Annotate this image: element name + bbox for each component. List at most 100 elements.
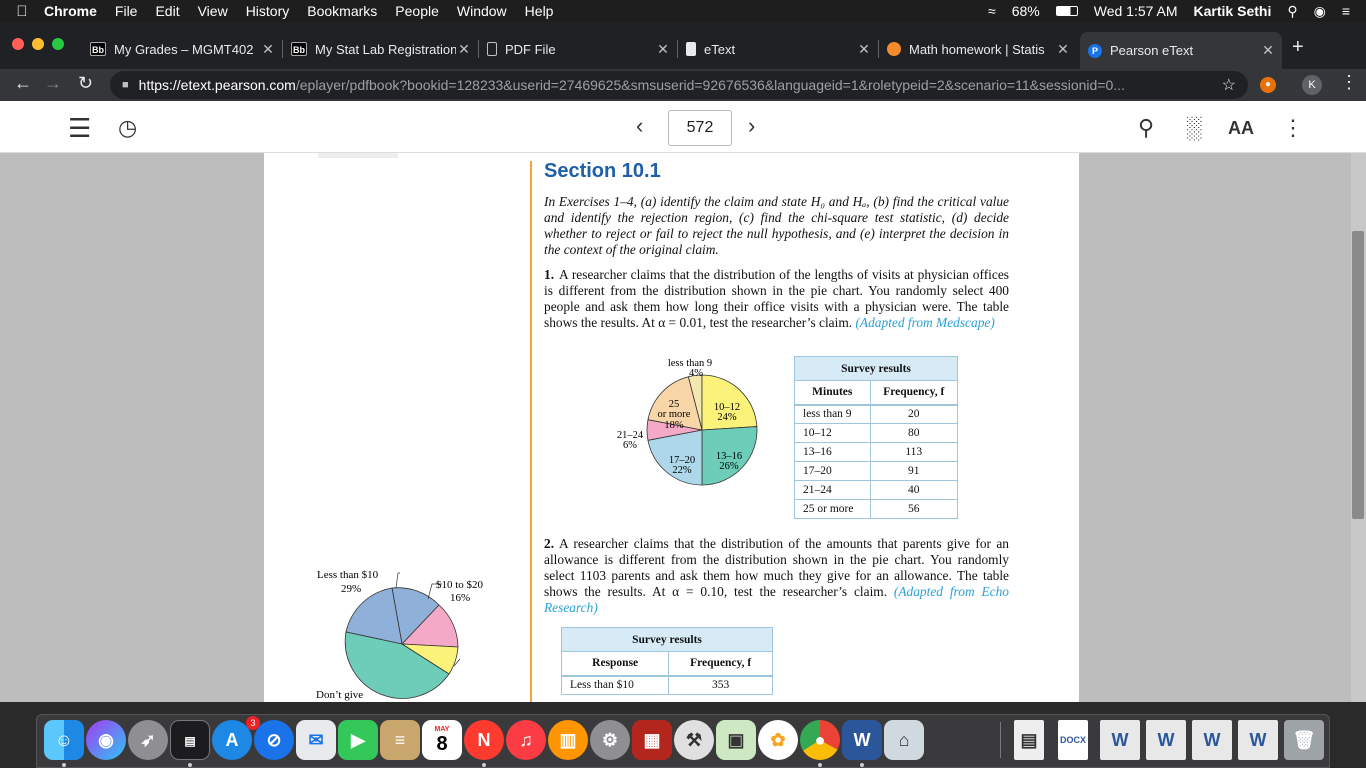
reload-icon[interactable]: ↻: [78, 73, 93, 94]
table-cell: 20: [869, 404, 959, 424]
scrollbar-thumb[interactable]: [1352, 231, 1364, 519]
previous-page-icon[interactable]: ‹: [636, 113, 643, 139]
table-cell: 56: [869, 499, 959, 519]
extension-icon[interactable]: ●: [1260, 77, 1276, 93]
close-tab-icon[interactable]: ✕: [655, 41, 671, 58]
notes-icon[interactable]: ≡: [380, 720, 420, 760]
tab-title: eText: [704, 41, 736, 57]
document-viewer[interactable]: Section 10.1 In Exercises 1–4, (a) ident…: [0, 153, 1366, 702]
word-icon[interactable]: W: [842, 720, 882, 760]
page-number-input[interactable]: 572: [668, 110, 732, 146]
calendar-icon[interactable]: MAY 8: [422, 720, 462, 760]
table-cell: 17–20: [794, 461, 871, 481]
close-tab-icon[interactable]: ✕: [456, 41, 472, 58]
lock-icon[interactable]: ■: [122, 79, 129, 91]
bookmark-icon[interactable]: ░: [1186, 115, 1202, 141]
tab-title: My Stat Lab Registration: [315, 41, 456, 57]
back-arrow-icon[interactable]: ←: [14, 73, 32, 94]
system-preferences-icon[interactable]: ⚙: [590, 720, 630, 760]
menu-window[interactable]: Window: [457, 3, 507, 19]
wifi-icon[interactable]: ≈: [988, 3, 996, 19]
font-size-button[interactable]: AA: [1228, 118, 1254, 139]
menu-bookmarks[interactable]: Bookmarks: [307, 3, 377, 19]
scrollbar[interactable]: [1351, 153, 1366, 702]
safari-icon[interactable]: ⊘: [254, 720, 294, 760]
close-tab-icon[interactable]: ✕: [1260, 42, 1276, 59]
battery-icon[interactable]: [1055, 6, 1078, 16]
news-icon[interactable]: N: [464, 720, 504, 760]
exercise-number: 2.: [544, 536, 555, 551]
exercise-source[interactable]: (Adapted from Medscape): [855, 315, 994, 330]
close-tab-icon[interactable]: ✕: [856, 41, 872, 58]
preview-icon[interactable]: ▣: [716, 720, 756, 760]
search-icon[interactable]: ⚲: [1138, 115, 1154, 141]
running-indicator: [62, 763, 66, 767]
user-name[interactable]: Kartik Sethi: [1194, 3, 1272, 19]
tab-pdf-file[interactable]: PDF File ✕: [479, 34, 677, 64]
tab-stat-lab[interactable]: Bb My Stat Lab Registration ✕: [283, 34, 478, 64]
tab-my-grades[interactable]: Bb My Grades – MGMT402 ✕: [82, 34, 282, 64]
docx-icon[interactable]: DOCX: [1058, 720, 1088, 760]
siri-icon[interactable]: ◉: [86, 720, 126, 760]
file-icon[interactable]: ▤: [1014, 720, 1044, 760]
spotlight-icon[interactable]: ⚲: [1287, 3, 1297, 20]
menu-history[interactable]: History: [246, 3, 290, 19]
window-controls: [12, 38, 72, 50]
books-icon[interactable]: ▥: [548, 720, 588, 760]
menu-help[interactable]: Help: [525, 3, 554, 19]
tab-etext[interactable]: eText ✕: [678, 34, 878, 64]
photos-icon[interactable]: ✿: [758, 720, 798, 760]
menu-edit[interactable]: Edit: [155, 3, 179, 19]
history-clock-icon[interactable]: ◷: [118, 115, 137, 141]
mail-icon[interactable]: ✉: [296, 720, 336, 760]
menu-file[interactable]: File: [115, 3, 138, 19]
tab-pearson-etext[interactable]: P Pearson eText ✕: [1080, 32, 1282, 69]
close-tab-icon[interactable]: ✕: [260, 41, 276, 58]
next-page-icon[interactable]: ›: [748, 113, 755, 139]
running-indicator: [860, 763, 864, 767]
minimize-window-button[interactable]: [32, 38, 44, 50]
menu-people[interactable]: People: [395, 3, 439, 19]
table-cell: 113: [869, 442, 959, 462]
xcode-icon[interactable]: ⚒: [674, 720, 714, 760]
address-bar[interactable]: ■ https://etext.pearson.com/eplayer/pdfb…: [110, 71, 1248, 99]
menu-app-chrome[interactable]: Chrome: [44, 3, 97, 19]
airdrop-icon[interactable]: ⌂: [884, 720, 924, 760]
word-doc-thumbnail-4[interactable]: W: [1238, 720, 1278, 760]
zoom-window-button[interactable]: [52, 38, 64, 50]
table-cell: 91: [869, 461, 959, 481]
word-doc-thumbnail-3[interactable]: W: [1192, 720, 1232, 760]
document-icon: [487, 42, 497, 56]
menu-hamburger-icon[interactable]: ☰: [68, 113, 91, 144]
calendar-month: MAY: [434, 726, 450, 733]
close-window-button[interactable]: [12, 38, 24, 50]
more-options-icon[interactable]: ⋮: [1282, 115, 1304, 141]
table-cell: Less than $10: [560, 675, 670, 695]
battery-percent[interactable]: 68%: [1012, 3, 1040, 19]
facetime-icon[interactable]: ▶: [338, 720, 378, 760]
document-icon: [686, 42, 696, 56]
clock[interactable]: Wed 1:57 AM: [1094, 3, 1178, 19]
new-tab-button[interactable]: +: [1292, 36, 1304, 59]
word-doc-thumbnail-1[interactable]: W: [1100, 720, 1140, 760]
apple-icon[interactable]: : [0, 3, 44, 20]
trash-icon[interactable]: 🗑: [1284, 720, 1324, 760]
activity-monitor-icon[interactable]: ▤: [170, 720, 210, 760]
music-icon[interactable]: ♫: [506, 720, 546, 760]
bookmark-star-icon[interactable]: ☆: [1222, 75, 1236, 95]
tab-math-homework[interactable]: Math homework | Statis ✕: [879, 34, 1077, 64]
tab-title: PDF File: [505, 41, 556, 57]
close-tab-icon[interactable]: ✕: [1055, 41, 1071, 58]
finder-icon[interactable]: ☺: [44, 720, 84, 760]
profile-avatar[interactable]: K: [1302, 75, 1322, 95]
word-doc-thumbnail-2[interactable]: W: [1146, 720, 1186, 760]
notification-center-icon[interactable]: ≡: [1342, 3, 1350, 19]
forward-arrow-icon[interactable]: →: [44, 73, 62, 94]
launchpad-icon[interactable]: ➶: [128, 720, 168, 760]
photo-booth-icon[interactable]: ▦: [632, 720, 672, 760]
siri-menu-icon[interactable]: ◉: [1314, 3, 1326, 20]
pie-pct: 16%: [450, 592, 470, 604]
chrome-icon[interactable]: ●: [800, 720, 840, 760]
chrome-menu-icon[interactable]: ⋮: [1340, 72, 1358, 93]
menu-view[interactable]: View: [198, 3, 228, 19]
